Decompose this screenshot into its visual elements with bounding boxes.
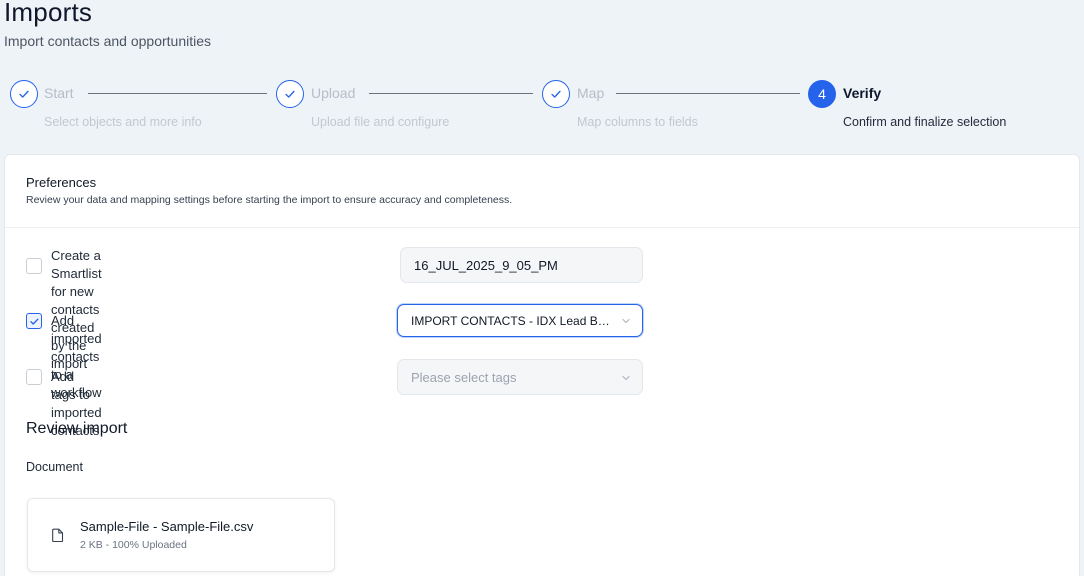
check-icon — [276, 80, 304, 108]
review-import-title: Review import — [26, 420, 128, 437]
tags-select[interactable]: Please select tags — [397, 359, 643, 395]
smartlist-name-input[interactable]: 16_JUL_2025_9_05_PM — [400, 247, 643, 283]
step-upload-label: Upload — [311, 85, 356, 101]
page-title: Imports — [4, 0, 93, 27]
step-connector — [369, 93, 533, 94]
step-connector — [88, 93, 267, 94]
step-start-label: Start — [44, 85, 74, 101]
imports-page: Imports Import contacts and opportunitie… — [0, 0, 1084, 576]
workflow-select-value: IMPORT CONTACTS - IDX Lead Bas... — [411, 313, 612, 328]
file-icon — [52, 528, 64, 542]
check-icon — [10, 80, 38, 108]
tags-select-placeholder: Please select tags — [411, 369, 517, 385]
workflow-checkbox[interactable] — [26, 313, 42, 329]
file-name: Sample-File - Sample-File.csv — [80, 519, 254, 534]
step-map-label: Map — [577, 85, 605, 101]
page-subtitle: Import contacts and opportunities — [4, 33, 212, 49]
step-start-description: Select objects and more info — [44, 115, 202, 129]
preferences-description: Review your data and mapping settings be… — [26, 194, 513, 206]
smartlist-name-value: 16_JUL_2025_9_05_PM — [414, 257, 558, 273]
file-meta: 2 KB - 100% Uploaded — [80, 539, 187, 551]
preferences-title: Preferences — [26, 175, 97, 190]
chevron-down-icon — [622, 318, 630, 324]
uploaded-file-card[interactable]: Sample-File - Sample-File.csv 2 KB - 100… — [27, 498, 335, 572]
preferences-card: Preferences Review your data and mapping… — [4, 154, 1080, 576]
chevron-down-icon — [622, 375, 630, 381]
step-connector — [616, 93, 800, 94]
import-stepper: Start Select objects and more info Uploa… — [0, 78, 1084, 138]
step-verify-number: 4 — [808, 80, 836, 108]
tags-checkbox[interactable] — [26, 369, 42, 385]
step-verify-label: Verify — [843, 85, 882, 101]
smartlist-checkbox[interactable] — [26, 258, 42, 274]
workflow-select[interactable]: IMPORT CONTACTS - IDX Lead Bas... — [397, 304, 643, 337]
step-verify-description: Confirm and finalize selection — [843, 115, 1007, 129]
document-label: Document — [26, 460, 83, 474]
divider — [5, 227, 1079, 228]
check-icon — [542, 80, 570, 108]
step-map-description: Map columns to fields — [577, 115, 698, 129]
step-upload-description: Upload file and configure — [311, 115, 450, 129]
check-icon — [29, 318, 38, 325]
